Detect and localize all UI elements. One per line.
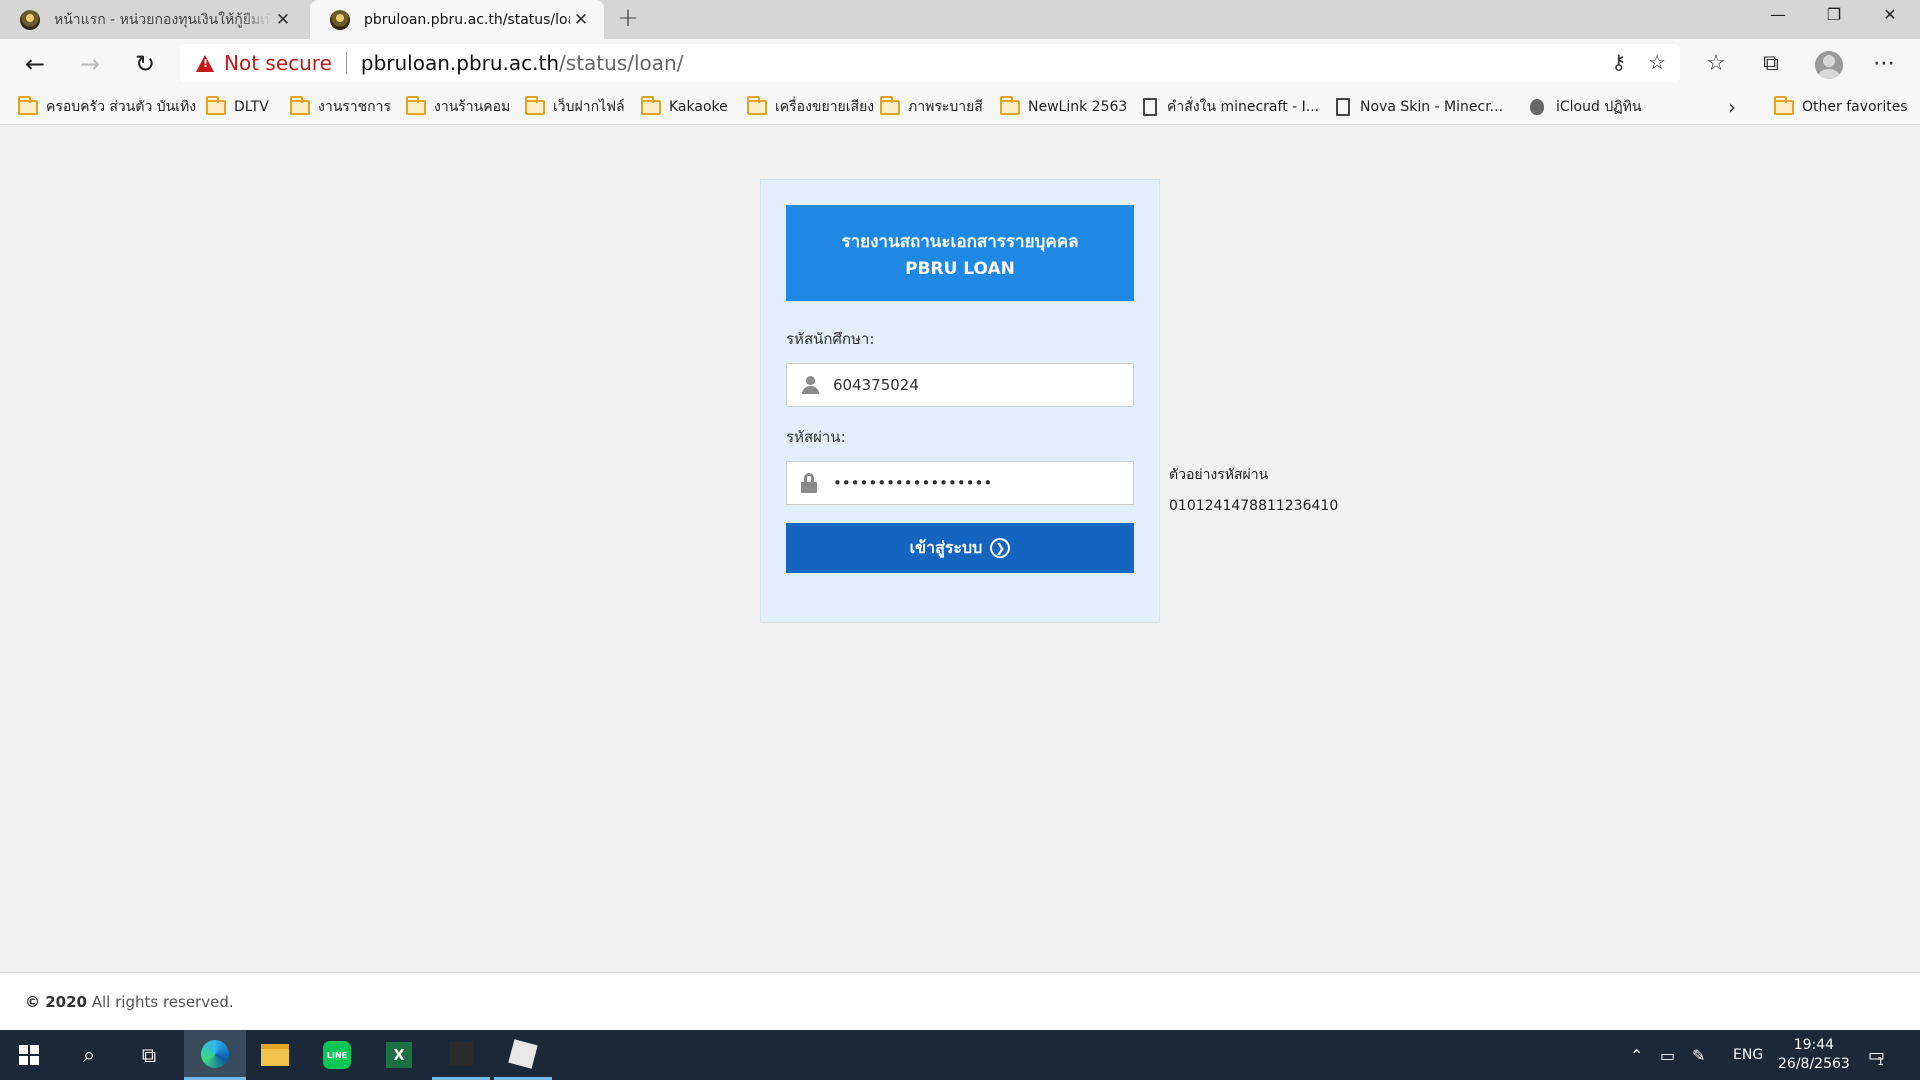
page-icon bbox=[1336, 98, 1350, 116]
bookmarks-bar: ครอบครัว ส่วนตัว บันเทิง DLTV งานราชการ … bbox=[0, 89, 1920, 125]
start-button[interactable] bbox=[0, 1030, 58, 1080]
chevron-up-icon[interactable]: ⌃ bbox=[1630, 1030, 1643, 1080]
footer: © 2020 All rights reserved. bbox=[0, 972, 1920, 1030]
clock-time: 19:44 bbox=[1793, 1037, 1835, 1053]
tab-title: หน้าแรก - หน่วยกองทุนเงินให้กู้ยืมเพื่อก… bbox=[54, 11, 272, 28]
folder-icon bbox=[747, 95, 767, 115]
pen-icon[interactable]: ✎ bbox=[1692, 1030, 1705, 1080]
edge-taskbar-icon[interactable] bbox=[184, 1030, 246, 1080]
bookmark-item[interactable]: ครอบครัว ส่วนตัว บันเทิง bbox=[18, 95, 196, 119]
folder-icon bbox=[206, 95, 226, 115]
lock-icon bbox=[801, 473, 817, 493]
task-view-icon[interactable]: ⧉ bbox=[120, 1030, 178, 1080]
line-app-icon[interactable]: LINE bbox=[308, 1030, 366, 1080]
tab-home[interactable]: หน้าแรก - หน่วยกองทุนเงินให้กู้ยืมเพื่อก… bbox=[0, 0, 306, 39]
url-host: pbruloan.pbru.ac.th bbox=[360, 51, 560, 75]
bookmark-item[interactable]: NewLink 2563 bbox=[1000, 95, 1127, 119]
taskbar: ⌕ ⧉ LINE X ⌃ ▭ ✎ ENG 19:44 26/8/2563 ▭ 1 bbox=[0, 1030, 1920, 1080]
app-icon[interactable] bbox=[432, 1030, 490, 1080]
collections-icon[interactable]: ⧉ bbox=[1755, 50, 1787, 80]
bookmark-item[interactable]: เครื่องขยายเสียง bbox=[747, 95, 874, 119]
key-icon[interactable]: ⚷ bbox=[1611, 50, 1626, 74]
page-icon bbox=[1143, 98, 1157, 116]
chevron-right-icon[interactable]: › bbox=[1728, 95, 1736, 119]
clock[interactable]: 19:44 26/8/2563 bbox=[1778, 1036, 1850, 1074]
student-id-label: รหัสนักศึกษา: bbox=[786, 330, 875, 348]
close-window-icon[interactable]: ✕ bbox=[1862, 0, 1918, 30]
restore-icon[interactable]: ❐ bbox=[1806, 0, 1862, 30]
tab-title: pbruloan.pbru.ac.th/status/loan/ bbox=[364, 11, 570, 28]
other-favorites[interactable]: Other favorites bbox=[1774, 95, 1908, 119]
student-id-input[interactable]: 604375024 bbox=[786, 363, 1134, 407]
bookmark-item[interactable]: คำสั่งใน minecraft - I... bbox=[1143, 95, 1319, 119]
arrow-circle-right-icon: ❯ bbox=[990, 538, 1011, 558]
minimize-icon[interactable]: — bbox=[1750, 0, 1806, 30]
folder-icon bbox=[641, 95, 661, 115]
tab-strip: หน้าแรก - หน่วยกองทุนเงินให้กู้ยืมเพื่อก… bbox=[0, 0, 1920, 39]
url-path: /status/loan/ bbox=[559, 51, 684, 75]
apple-icon bbox=[1530, 99, 1544, 115]
sample-password-value: 0101241478811236410 bbox=[1169, 498, 1339, 514]
sample-password-label: ตัวอย่างรหัสผ่าน bbox=[1169, 467, 1269, 483]
language-indicator[interactable]: ENG bbox=[1733, 1030, 1763, 1080]
profile-avatar[interactable] bbox=[1815, 51, 1843, 79]
back-icon[interactable]: ← bbox=[20, 50, 50, 80]
folder-icon bbox=[1000, 95, 1020, 115]
copyright: © 2020 All rights reserved. bbox=[25, 993, 234, 1011]
bookmark-item[interactable]: เว็บฝากไฟล์ bbox=[525, 95, 625, 119]
login-button-label: เข้าสู่ระบบ bbox=[909, 537, 983, 557]
login-card: รายงานสถานะเอกสารรายบุคคล PBRU LOAN รหัส… bbox=[760, 179, 1160, 623]
address-bar[interactable]: Not secure pbruloan.pbru.ac.th /status/l… bbox=[180, 44, 1680, 82]
clock-date: 26/8/2563 bbox=[1778, 1056, 1850, 1072]
folder-icon bbox=[406, 95, 426, 115]
site-favicon-icon bbox=[330, 9, 350, 30]
folder-icon bbox=[1774, 95, 1794, 115]
warning-icon bbox=[196, 54, 214, 72]
bookmark-item[interactable]: DLTV bbox=[206, 95, 269, 119]
notification-center[interactable]: ▭ 1 bbox=[1868, 1030, 1885, 1080]
login-button[interactable]: เข้าสู่ระบบ ❯ bbox=[786, 523, 1134, 573]
folder-icon bbox=[525, 95, 545, 115]
password-label: รหัสผ่าน: bbox=[786, 428, 846, 446]
site-favicon-icon bbox=[20, 9, 40, 30]
bookmark-item[interactable]: Nova Skin - Minecr... bbox=[1336, 95, 1503, 119]
bookmark-item[interactable]: งานร้านคอม bbox=[406, 95, 510, 119]
close-tab-icon[interactable]: ✕ bbox=[570, 10, 592, 30]
bookmark-item[interactable]: iCloud ปฏิทิน bbox=[1530, 95, 1641, 119]
header-title: รายงานสถานะเอกสารรายบุคคล bbox=[841, 231, 1079, 252]
student-id-value: 604375024 bbox=[833, 376, 919, 394]
password-input[interactable]: •••••••••••••••••• bbox=[786, 461, 1134, 505]
security-status[interactable]: Not secure bbox=[224, 51, 332, 75]
login-header: รายงานสถานะเอกสารรายบุคคล PBRU LOAN bbox=[786, 205, 1134, 301]
tab-status-loan[interactable]: pbruloan.pbru.ac.th/status/loan/ ✕ bbox=[310, 0, 604, 39]
windows-icon bbox=[19, 1045, 39, 1065]
header-subtitle: PBRU LOAN bbox=[905, 258, 1015, 279]
divider bbox=[345, 52, 347, 74]
folder-icon bbox=[880, 95, 900, 115]
page-content: รายงานสถานะเอกสารรายบุคคล PBRU LOAN รหัส… bbox=[0, 126, 1920, 972]
navigation-bar: ← → ↻ Not secure pbruloan.pbru.ac.th /st… bbox=[0, 39, 1920, 89]
refresh-icon[interactable]: ↻ bbox=[130, 50, 160, 80]
excel-icon[interactable]: X bbox=[370, 1030, 428, 1080]
star-icon[interactable]: ☆ bbox=[1648, 50, 1666, 74]
more-options-icon[interactable]: ⋯ bbox=[1868, 50, 1900, 80]
search-icon[interactable]: ⌕ bbox=[60, 1030, 118, 1080]
favorites-icon[interactable]: ☆ bbox=[1700, 50, 1732, 80]
new-tab-button[interactable]: + bbox=[614, 5, 642, 33]
notification-count: 1 bbox=[1877, 1054, 1885, 1068]
bookmark-item[interactable]: งานราชการ bbox=[290, 95, 391, 119]
password-value: •••••••••••••••••• bbox=[833, 474, 993, 492]
user-icon bbox=[801, 376, 819, 394]
folder-icon bbox=[290, 95, 310, 115]
forward-icon[interactable]: → bbox=[75, 50, 105, 80]
bookmark-item[interactable]: Kakaoke bbox=[641, 95, 728, 119]
bookmark-item[interactable]: ภาพระบายสี bbox=[880, 95, 983, 119]
close-tab-icon[interactable]: ✕ bbox=[272, 10, 294, 30]
file-explorer-icon[interactable] bbox=[246, 1030, 304, 1080]
battery-icon[interactable]: ▭ bbox=[1660, 1030, 1675, 1080]
folder-icon bbox=[18, 95, 38, 115]
roblox-icon[interactable] bbox=[494, 1030, 552, 1080]
